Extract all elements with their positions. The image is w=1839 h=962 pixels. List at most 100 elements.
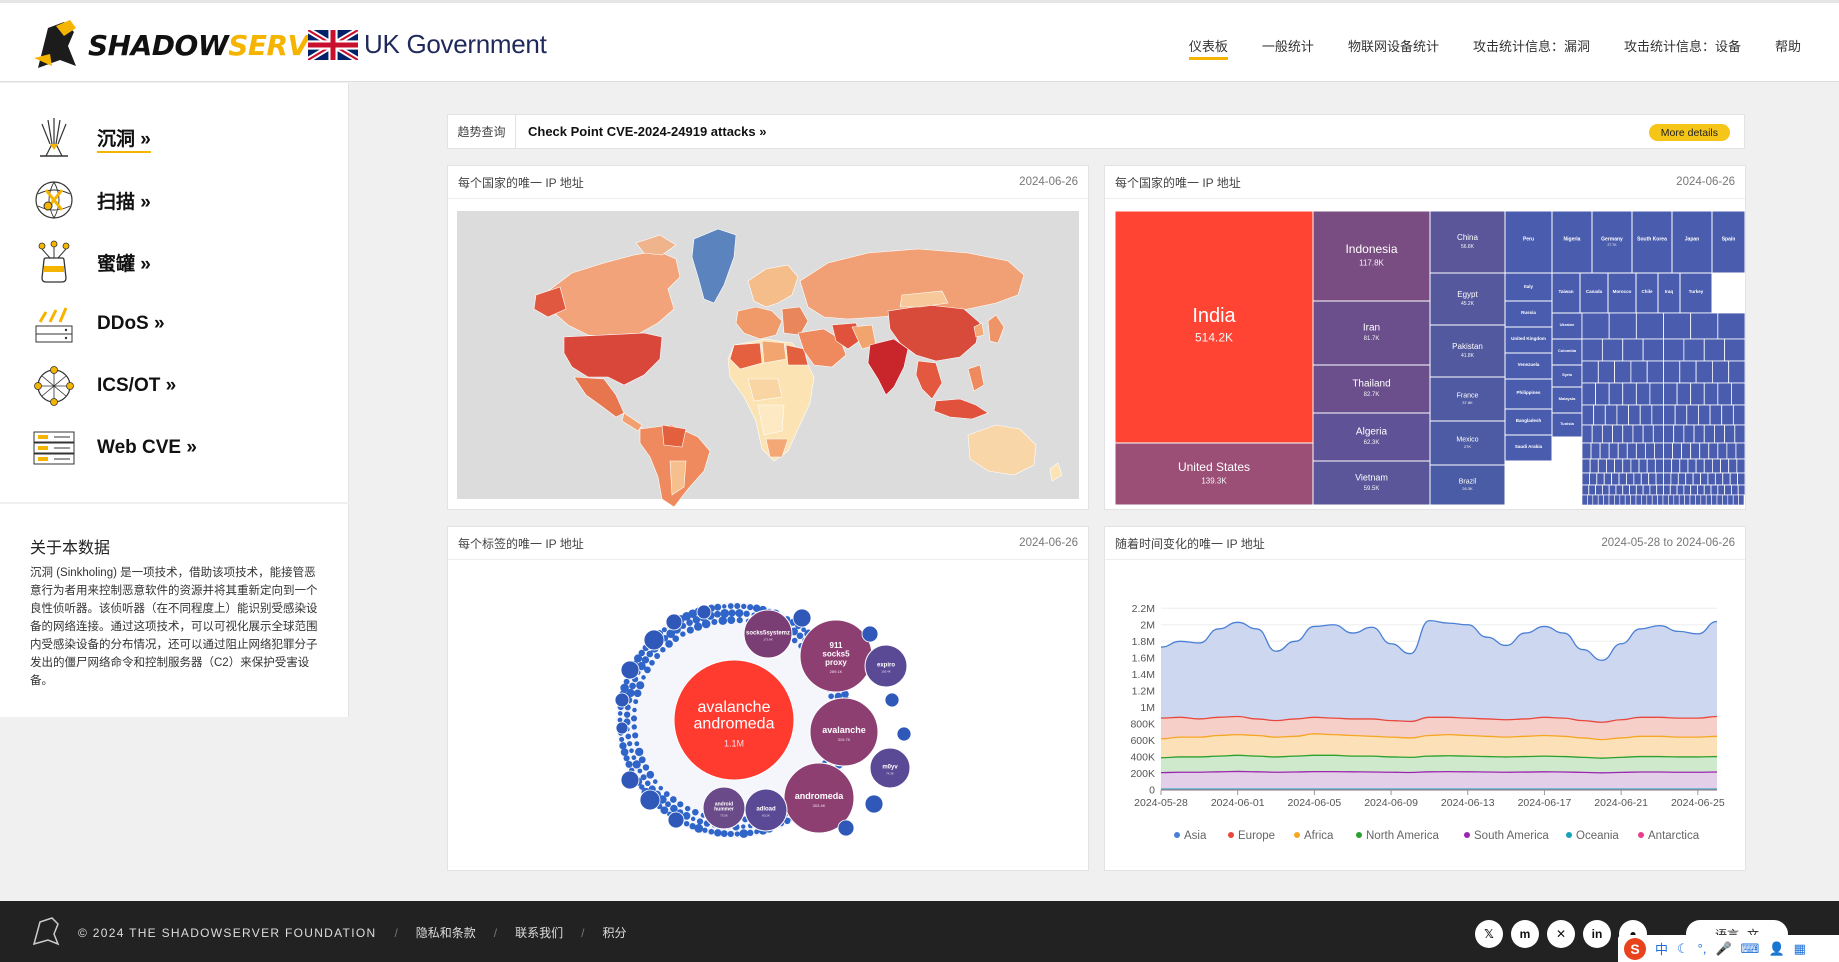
treemap-tile <box>1654 442 1664 460</box>
treemap-label: Nigeria <box>1564 237 1581 243</box>
treemap-tile <box>1674 404 1688 426</box>
sogou-icon[interactable]: S <box>1624 937 1646 960</box>
trend-link[interactable]: Check Point CVE-2024-24919 attacks » <box>528 124 766 139</box>
treemap-cell: Syria <box>1551 364 1583 388</box>
legend-item[interactable]: North America <box>1356 830 1439 842</box>
map-panel: 每个国家的唯一 IP 地址 2024-06-26 <box>447 165 1089 510</box>
linkedin-icon[interactable]: in <box>1583 920 1611 948</box>
treemap-tile <box>1642 338 1664 362</box>
sidebar-item-webcve[interactable]: Web CVE » <box>30 423 197 473</box>
legend-item[interactable]: Antarctica <box>1638 830 1700 842</box>
legend-item[interactable]: Oceania <box>1566 830 1619 842</box>
panel-date: 2024-06-26 <box>1676 176 1735 188</box>
bubble-small <box>864 794 884 814</box>
bubble-dot <box>670 796 677 803</box>
treemap-tile <box>1703 424 1715 444</box>
user-icon[interactable]: 👤 <box>1768 941 1784 957</box>
bubble-label: andromeda <box>694 716 775 733</box>
nav-iot-stats[interactable]: 物联网设备统计 <box>1348 36 1439 55</box>
sidebar-item-honeypot[interactable]: 蜜罐 » <box>30 237 151 287</box>
nav-dashboard[interactable]: 仪表板 <box>1188 36 1228 60</box>
bubble-dot <box>633 699 639 705</box>
treemap-label: Chile <box>1641 289 1652 294</box>
country-treemap[interactable]: India 514.2K United States 139.3K Indonesia 1… <box>1105 199 1746 510</box>
sidebar-item-ics[interactable]: ICS/OT » <box>30 361 176 411</box>
bubble-dot <box>642 764 650 771</box>
footer-link-privacy[interactable]: 隐私和条款 <box>416 924 476 941</box>
treemap-tile <box>1690 382 1705 406</box>
world-map[interactable] <box>448 199 1088 510</box>
bubble-value: 173.8K <box>763 637 773 641</box>
treemap-rect <box>1429 324 1506 378</box>
treemap-cell: China 56.8K <box>1429 210 1506 274</box>
tag-bubble-chart[interactable]: avalancheandromeda1.1M911socks5proxy289.… <box>448 560 1088 871</box>
y-tick-label: 1.4M <box>1132 669 1155 681</box>
timeseries-area-chart[interactable]: 0 200K 400K 600K 800K 1M 1.2M 1.4M 1.6M 1.8M 2M 2.2… <box>1105 560 1745 871</box>
treemap-tile <box>1648 472 1657 486</box>
legend-label: Antarctica <box>1648 830 1700 842</box>
shadowserver-footer-logo-icon[interactable] <box>30 916 62 948</box>
keyboard-icon[interactable]: ⌨ <box>1741 941 1760 957</box>
sidebar-item-scan[interactable]: 扫描 » <box>30 175 151 225</box>
treemap-cell: Ukraine <box>1551 312 1583 340</box>
bubble-label: proxy <box>825 658 847 667</box>
treemap-value: 56.8K <box>1461 244 1475 250</box>
treemap-cell: Brazil26.3K <box>1429 464 1506 506</box>
sidebar-item-ddos[interactable]: DDoS » <box>30 299 165 349</box>
x-icon[interactable]: 𝕏 <box>1475 920 1503 948</box>
legend-label: South America <box>1474 830 1549 842</box>
bubble-avalanche: avalanche 319.7K <box>809 697 879 767</box>
grid-icon[interactable]: ▦ <box>1794 941 1806 957</box>
bubble-value: 73.5K <box>720 814 728 818</box>
treemap-tile <box>1714 424 1726 444</box>
moon-icon[interactable]: ☾ <box>1677 941 1689 957</box>
bubble-dot <box>718 616 728 625</box>
treemap-tile <box>1614 360 1632 384</box>
nav-general-stats[interactable]: 一般统计 <box>1262 36 1314 55</box>
treemap-tile <box>1737 472 1746 486</box>
treemap-tile <box>1690 312 1719 340</box>
treemap-tile <box>1614 494 1621 506</box>
bubble-small <box>620 770 640 790</box>
treemap-tile <box>1630 494 1637 506</box>
treemap-value: 514.2K <box>1195 330 1233 344</box>
treemap-tile <box>1601 484 1610 496</box>
treemap-label: Japan <box>1685 237 1699 243</box>
mastodon-icon[interactable]: m <box>1511 920 1539 948</box>
legend-item[interactable]: Africa <box>1294 830 1334 842</box>
treemap-tile <box>1700 494 1707 506</box>
shadowserver-logo[interactable]: SHADOWSERVER <box>30 17 349 73</box>
treemap-rect <box>1429 272 1506 326</box>
bluesky-icon[interactable]: ✕ <box>1547 920 1575 948</box>
treemap-tile <box>1651 494 1658 506</box>
treemap-tile <box>1581 458 1591 474</box>
nav-help[interactable]: 帮助 <box>1775 36 1801 55</box>
bubble-small <box>896 726 912 742</box>
bubble-value: 74.3K <box>886 771 894 775</box>
treemap-value: 45.2K <box>1461 301 1475 307</box>
legend-item[interactable]: Europe <box>1228 830 1275 842</box>
treemap-tile <box>1589 458 1599 474</box>
treemap-tile <box>1663 484 1671 496</box>
ime-mode[interactable]: 中 <box>1655 939 1668 958</box>
legend-item[interactable]: Asia <box>1174 830 1207 842</box>
nav-attack-vulns[interactable]: 攻击统计信息：漏洞 <box>1473 36 1590 55</box>
legend-label: Africa <box>1304 830 1334 842</box>
treemap-tile <box>1687 458 1697 474</box>
microphone-icon[interactable]: 🎤 <box>1715 941 1731 957</box>
footer-link-credits[interactable]: 积分 <box>603 924 627 941</box>
bubble-panel: 每个标签的唯一 IP 地址 2024-06-26 avalanche androm… <box>447 526 1089 871</box>
sidebar-item-sinkhole[interactable]: 沉洞 » <box>30 113 151 163</box>
bubble-dot <box>665 801 671 808</box>
footer-link-contact[interactable]: 联系我们 <box>515 924 563 941</box>
legend-marker <box>1294 832 1300 838</box>
treemap-tile <box>1662 494 1669 506</box>
nav-attack-devices[interactable]: 攻击统计信息：设备 <box>1624 36 1741 55</box>
bubble-dot <box>637 768 643 774</box>
more-details-button[interactable]: More details <box>1648 124 1730 141</box>
punctuation-icon[interactable]: °, <box>1698 941 1707 956</box>
treemap-tile <box>1663 360 1681 384</box>
bubble-dot <box>625 760 633 768</box>
treemap-cell: Philippines <box>1504 378 1553 410</box>
legend-item[interactable]: South America <box>1464 830 1549 842</box>
